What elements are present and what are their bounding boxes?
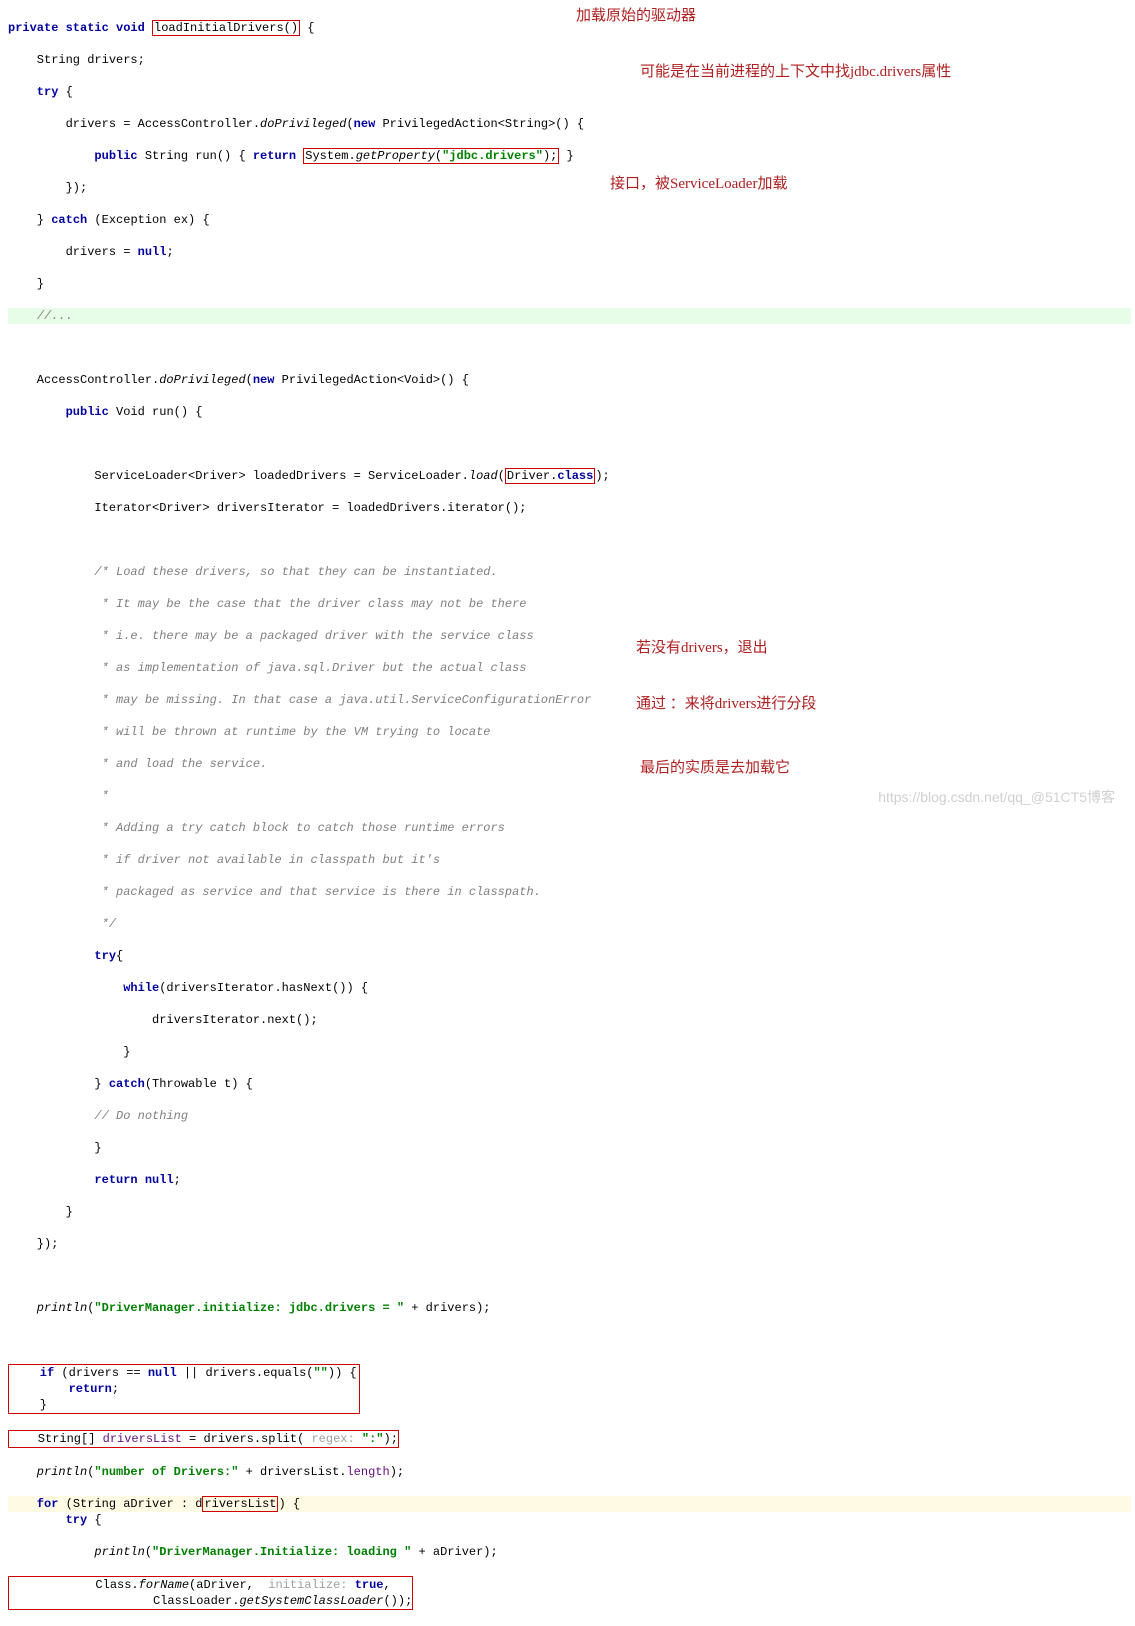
code-line: println("DriverManager.initialize: jdbc.… [8,1300,1131,1316]
code-line: } [8,1044,1131,1060]
code-line: private static void loadInitialDrivers()… [8,20,1131,36]
code-line: * packaged as service and that service i… [8,884,1131,900]
annotation-jdbc-drivers: 可能是在当前进程的上下文中找jdbc.drivers属性 [640,60,951,81]
code-line: /* Load these drivers, so that they can … [8,564,1131,580]
code-line: } catch (Exception ex) { [8,212,1131,228]
code-line: try{ [8,948,1131,964]
code-line: * will be thrown at runtime by the VM tr… [8,724,1131,740]
code-line: } [8,1204,1131,1220]
annotation-split: 通过 ：来将drivers进行分段 [636,692,816,713]
code-line: ServiceLoader<Driver> loadedDrivers = Se… [8,468,1131,484]
code-line: Class.forName(aDriver, initialize: true,… [8,1576,1131,1610]
code-line [8,436,1131,452]
code-line [8,1268,1131,1284]
code-line: String drivers; [8,52,1131,68]
code-line: * may be missing. In that case a java.ut… [8,692,1131,708]
code-line: try { [8,84,1131,100]
watermark: https://blog.csdn.net/qq_@51CT5博客 [878,787,1115,807]
code-line: } catch(Throwable t) { [8,1076,1131,1092]
code-line: println("DriverManager.Initialize: loadi… [8,1544,1131,1560]
annotation-load-class: 最后的实质是去加载它 [640,756,790,777]
code-line: * It may be the case that the driver cla… [8,596,1131,612]
code-line: } [8,1140,1131,1156]
code-line: while(driversIterator.hasNext()) { [8,980,1131,996]
code-line: // Do nothing [8,1108,1131,1124]
code-line: for (String aDriver : driversList) { [8,1496,1131,1512]
code-line: String[] driversList = drivers.split( re… [8,1430,1131,1448]
code-line: println("number of Drivers:" + driversLi… [8,1464,1131,1480]
code-line: try { [8,1512,1131,1528]
code-line: drivers = null; [8,244,1131,260]
code-line: * if driver not available in classpath b… [8,852,1131,868]
code-line: * as implementation of java.sql.Driver b… [8,660,1131,676]
code-line: * i.e. there may be a packaged driver wi… [8,628,1131,644]
code-line: }); [8,1236,1131,1252]
annotation-serviceloader: 接口，被ServiceLoader加载 [610,172,787,193]
code-line: drivers = AccessController.doPrivileged(… [8,116,1131,132]
code-line: AccessController.doPrivileged(new Privil… [8,372,1131,388]
code-line: public Void run() { [8,404,1131,420]
code-line: return null; [8,1172,1131,1188]
code-line: } [8,276,1131,292]
code-block: private static void loadInitialDrivers()… [0,0,1135,1626]
code-line: public String run() { return System.getP… [8,148,1131,164]
code-line [8,1332,1131,1348]
code-line: * and load the service. [8,756,1131,772]
code-line: * Adding a try catch block to catch thos… [8,820,1131,836]
code-line [8,532,1131,548]
code-line: driversIterator.next(); [8,1012,1131,1028]
code-line: //... [8,308,1131,324]
annotation-exit: 若没有drivers，退出 [636,636,768,657]
annotation-load-drivers: 加载原始的驱动器 [576,4,696,25]
code-line: */ [8,916,1131,932]
code-line [8,340,1131,356]
code-line: Iterator<Driver> driversIterator = loade… [8,500,1131,516]
code-line: }); [8,180,1131,196]
code-line: if (drivers == null || drivers.equals(""… [8,1364,1131,1414]
